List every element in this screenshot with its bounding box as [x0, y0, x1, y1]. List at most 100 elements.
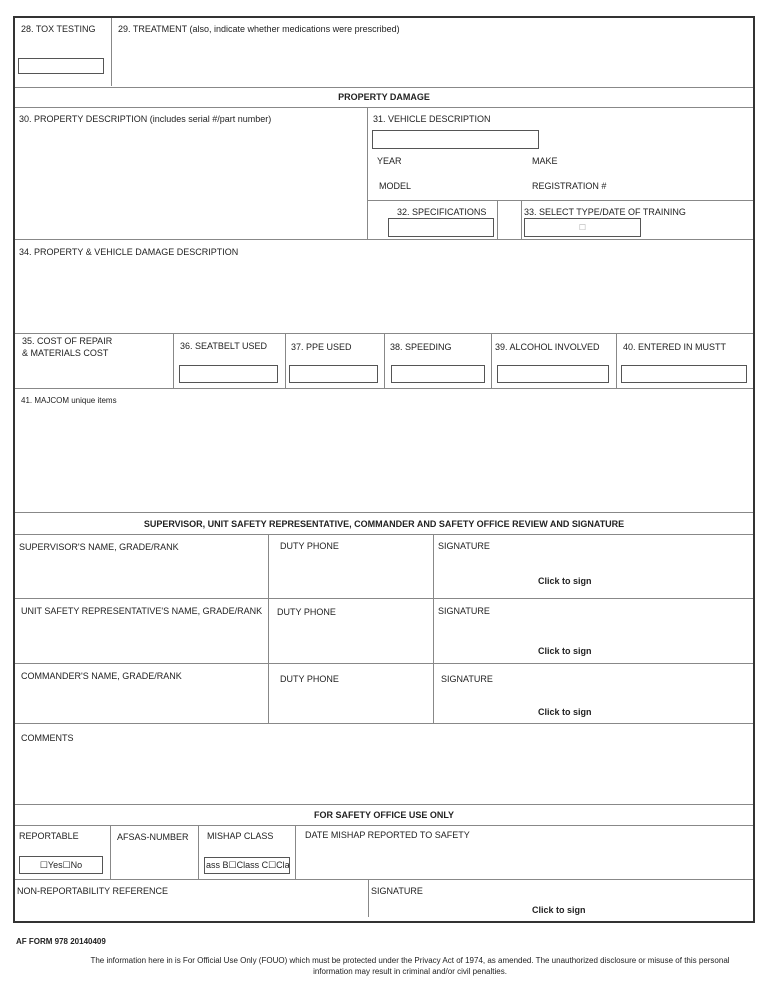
divider: [15, 87, 753, 88]
unit-safety-rep-phone-field[interactable]: [271, 620, 431, 660]
training-checkbox[interactable]: ☐: [579, 223, 586, 232]
divider: [491, 333, 492, 388]
property-damage-header: PROPERTY DAMAGE: [338, 92, 430, 102]
comments-label: COMMENTS: [21, 733, 74, 743]
ppe-label: 37. PPE USED: [291, 342, 352, 352]
af-form-978-page: 28. TOX TESTING 29. TREATMENT (also, ind…: [13, 16, 755, 923]
commander-signature-label: SIGNATURE: [441, 674, 493, 684]
cost-of-repair-label-1: 35. COST OF REPAIR: [22, 336, 113, 346]
majcom-label: 41. MAJCOM unique items: [21, 396, 117, 405]
damage-description-label: 34. PROPERTY & VEHICLE DAMAGE DESCRIPTIO…: [19, 247, 239, 257]
seatbelt-label: 36. SEATBELT USED: [180, 341, 268, 351]
supervisor-phone-field[interactable]: [271, 556, 431, 596]
mishap-class-field[interactable]: ass B☐Class C☐Clas: [204, 857, 290, 874]
afsas-number-label: AFSAS-NUMBER: [117, 832, 189, 842]
divider: [616, 333, 617, 388]
vehicle-description-label: 31. VEHICLE DESCRIPTION: [373, 114, 491, 124]
divider: [368, 200, 753, 201]
specifications-field[interactable]: [388, 218, 494, 237]
specifications-label: 32. SPECIFICATIONS: [397, 207, 487, 217]
damage-description-field[interactable]: [17, 261, 751, 331]
unit-safety-rep-name-field[interactable]: [17, 620, 267, 660]
mishap-class-checkboxes[interactable]: ass B☐Class C☐Clas: [206, 860, 289, 870]
divider: [111, 18, 112, 86]
reportable-yes-no-checkboxes[interactable]: ☐Yes☐No: [40, 860, 82, 870]
majcom-field[interactable]: [17, 410, 751, 510]
alcohol-label: 39. ALCOHOL INVOLVED: [495, 342, 600, 352]
divider: [15, 825, 753, 826]
tox-testing-label: 28. TOX TESTING: [21, 24, 96, 34]
date-reported-field[interactable]: [299, 844, 749, 876]
training-label: 33. SELECT TYPE/DATE OF TRAINING: [524, 207, 686, 217]
divider: [15, 512, 753, 513]
divider: [15, 723, 753, 724]
year-label: YEAR: [377, 156, 402, 166]
form-id: AF FORM 978 20140409: [16, 937, 106, 946]
ppe-field[interactable]: [289, 365, 378, 383]
registration-label: REGISTRATION #: [532, 181, 607, 191]
treatment-label: 29. TREATMENT (also, indicate whether me…: [118, 24, 400, 34]
divider: [15, 804, 753, 805]
supervisor-signature-label: SIGNATURE: [438, 541, 490, 551]
model-label: MODEL: [379, 181, 412, 191]
divider: [173, 333, 174, 388]
date-reported-label: DATE MISHAP REPORTED TO SAFETY: [305, 830, 470, 840]
safety-office-click-to-sign[interactable]: Click to sign: [532, 905, 586, 915]
safety-office-header: FOR SAFETY OFFICE USE ONLY: [313, 810, 455, 820]
tox-testing-field[interactable]: [18, 58, 104, 74]
commander-name-label: COMMANDER'S NAME, GRADE/RANK: [21, 671, 182, 681]
non-reportability-label: NON-REPORTABILITY REFERENCE: [17, 886, 169, 896]
divider: [367, 107, 368, 239]
supervisor-name-field[interactable]: [17, 556, 267, 596]
unit-safety-rep-signature-label: SIGNATURE: [438, 606, 490, 616]
divider: [521, 200, 522, 239]
reportable-field[interactable]: ☐Yes☐No: [19, 856, 103, 874]
commander-phone-label: DUTY PHONE: [280, 674, 339, 684]
speeding-field[interactable]: [391, 365, 485, 383]
privacy-notice: The information here in is For Official …: [90, 956, 730, 976]
mishap-class-label: MISHAP CLASS: [207, 831, 274, 841]
review-header: SUPERVISOR, UNIT SAFETY REPRESENTATIVE, …: [143, 519, 625, 529]
make-label: MAKE: [532, 156, 558, 166]
mustt-field[interactable]: [621, 365, 747, 383]
divider: [268, 534, 269, 723]
divider: [15, 239, 753, 240]
commander-phone-field[interactable]: [271, 685, 431, 721]
non-reportability-field[interactable]: [17, 900, 363, 920]
supervisor-phone-label: DUTY PHONE: [280, 541, 339, 551]
divider: [384, 333, 385, 388]
divider: [497, 200, 498, 239]
divider: [198, 825, 199, 879]
divider: [15, 598, 753, 599]
treatment-field[interactable]: [115, 38, 751, 84]
unit-safety-rep-phone-label: DUTY PHONE: [277, 607, 336, 617]
divider: [433, 534, 434, 723]
commander-click-to-sign[interactable]: Click to sign: [538, 707, 592, 717]
afsas-number-field[interactable]: [113, 846, 195, 876]
divider: [368, 879, 369, 917]
unit-safety-rep-name-label: UNIT SAFETY REPRESENTATIVE'S NAME, GRADE…: [21, 606, 263, 616]
supervisor-name-label: SUPERVISOR'S NAME, GRADE/RANK: [19, 542, 179, 552]
divider: [15, 107, 753, 108]
safety-office-signature-label: SIGNATURE: [371, 886, 423, 896]
training-field[interactable]: ☐: [524, 218, 641, 237]
commander-name-field[interactable]: [17, 685, 267, 721]
divider: [15, 879, 753, 880]
divider: [285, 333, 286, 388]
divider: [110, 825, 111, 879]
cost-of-repair-field[interactable]: [19, 362, 169, 386]
divider: [15, 388, 753, 389]
comments-field[interactable]: [17, 746, 751, 802]
alcohol-field[interactable]: [497, 365, 609, 383]
cost-of-repair-label-2: & MATERIALS COST: [22, 348, 109, 358]
seatbelt-field[interactable]: [179, 365, 278, 383]
speeding-label: 38. SPEEDING: [390, 342, 452, 352]
unit-safety-rep-click-to-sign[interactable]: Click to sign: [538, 646, 592, 656]
property-description-field[interactable]: [17, 128, 363, 238]
divider: [15, 534, 753, 535]
mustt-label: 40. ENTERED IN MUSTT: [623, 342, 727, 352]
vehicle-description-field[interactable]: [372, 130, 539, 149]
divider: [295, 825, 296, 879]
supervisor-click-to-sign[interactable]: Click to sign: [538, 576, 592, 586]
divider: [15, 663, 753, 664]
